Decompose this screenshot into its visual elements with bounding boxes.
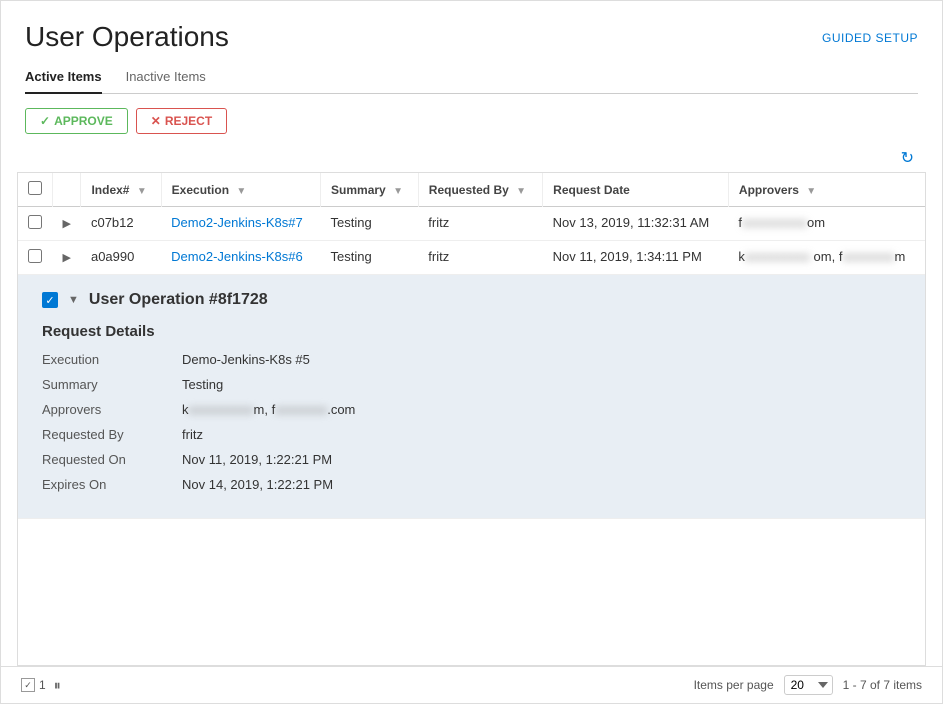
detail-value-expires-on: Nov 14, 2019, 1:22:21 PM: [182, 477, 333, 492]
row1-execution-link[interactable]: Demo2-Jenkins-K8s#7: [171, 215, 303, 230]
row2-expand-cell: ▶: [53, 241, 81, 275]
tab-active-items[interactable]: Active Items: [25, 61, 102, 94]
row1-summary: Testing: [321, 207, 419, 241]
items-info: 1 - 7 of 7 items: [843, 678, 922, 692]
sort-requested-by-icon[interactable]: ▼: [516, 186, 526, 197]
footer-pause-icon[interactable]: ⏸: [54, 677, 61, 694]
detail-label-approvers: Approvers: [42, 402, 182, 417]
page-title: User Operations: [25, 21, 229, 53]
row1-approvers-blurred: xxxxxxxxxx: [742, 215, 807, 230]
row2-expand-button[interactable]: ▶: [63, 252, 71, 264]
row2-approvers-blurred1: xxxxxxxxxx: [745, 249, 810, 264]
sort-summary-icon[interactable]: ▼: [393, 186, 403, 197]
header-checkbox-cell: [18, 173, 53, 207]
checkmark-icon: ✓: [40, 114, 50, 128]
row1-expand-cell: ▶: [53, 207, 81, 241]
header-expand-cell: [53, 173, 81, 207]
footer: ✓ 1 ⏸ Items per page 20 50 100 1 - 7 of …: [1, 666, 942, 703]
row1-request-date: Nov 13, 2019, 11:32:31 AM: [543, 207, 729, 241]
header-approvers[interactable]: Approvers ▼: [728, 173, 925, 207]
operations-table: Index# ▼ Execution ▼ Summary ▼ Requested…: [18, 173, 925, 519]
expanded-checkbox[interactable]: ✓: [42, 292, 58, 308]
toolbar: ✓ APPROVE ✕ REJECT: [1, 94, 942, 148]
row1-requested-by: fritz: [418, 207, 542, 241]
detail-row-summary: Summary Testing: [42, 377, 901, 392]
row2-requested-by: fritz: [418, 241, 542, 275]
row1-checkbox-cell: [18, 207, 53, 241]
per-page-select[interactable]: 20 50 100: [784, 675, 833, 695]
header-requested-by[interactable]: Requested By ▼: [418, 173, 542, 207]
detail-label-expires-on: Expires On: [42, 477, 182, 492]
x-icon: ✕: [151, 114, 161, 128]
row2-execution-link[interactable]: Demo2-Jenkins-K8s#6: [171, 249, 303, 264]
detail-row-requested-on: Requested On Nov 11, 2019, 1:22:21 PM: [42, 452, 901, 467]
page-container: User Operations GUIDED SETUP Active Item…: [0, 0, 943, 704]
row2-summary: Testing: [321, 241, 419, 275]
footer-checkbox-box[interactable]: ✓: [21, 678, 35, 692]
detail-row-expires-on: Expires On Nov 14, 2019, 1:22:21 PM: [42, 477, 901, 492]
expanded-row-cell: ✓ ▼ User Operation #8f1728 Request Detai…: [18, 275, 925, 519]
header-request-date[interactable]: Request Date: [543, 173, 729, 207]
sort-approvers-icon[interactable]: ▼: [806, 186, 816, 197]
detail-label-requested-by: Requested By: [42, 427, 182, 442]
footer-right: Items per page 20 50 100 1 - 7 of 7 item…: [694, 675, 922, 695]
refresh-area: ↻: [1, 148, 942, 168]
approve-button[interactable]: ✓ APPROVE: [25, 108, 128, 134]
detail-label-execution: Execution: [42, 352, 182, 367]
sort-execution-icon[interactable]: ▼: [236, 186, 246, 197]
items-per-page-label: Items per page: [694, 678, 774, 692]
collapse-button[interactable]: ▼: [68, 294, 79, 306]
table-header-row: Index# ▼ Execution ▼ Summary ▼ Requested…: [18, 173, 925, 207]
detail-value-requested-on: Nov 11, 2019, 1:22:21 PM: [182, 452, 332, 467]
row2-checkbox[interactable]: [28, 249, 42, 263]
row2-checkbox-cell: [18, 241, 53, 275]
detail-row-approvers: Approvers kxxxxxxxxxxm, xxxxxxxxfxxxxxxx…: [42, 402, 901, 417]
sort-index-icon[interactable]: ▼: [137, 186, 147, 197]
guided-setup-link[interactable]: GUIDED SETUP: [822, 31, 918, 45]
detail-value-summary: Testing: [182, 377, 223, 392]
header: User Operations GUIDED SETUP Active Item…: [1, 1, 942, 94]
detail-section: Request Details Execution Demo-Jenkins-K…: [42, 323, 901, 492]
footer-select-indicator: ✓ 1: [21, 678, 46, 692]
header-execution[interactable]: Execution ▼: [161, 173, 320, 207]
detail-label-requested-on: Requested On: [42, 452, 182, 467]
detail-label-summary: Summary: [42, 377, 182, 392]
row1-checkbox[interactable]: [28, 215, 42, 229]
row2-approvers-blurred2: xxxxxxxx: [842, 249, 894, 264]
expanded-row: ✓ ▼ User Operation #8f1728 Request Detai…: [18, 275, 925, 519]
detail-section-title: Request Details: [42, 323, 901, 340]
select-all-checkbox[interactable]: [28, 181, 42, 195]
approvers-blurred2: xxxxxxxx: [275, 402, 327, 417]
table-row: ▶ c07b12 Demo2-Jenkins-K8s#7 Testing fri…: [18, 207, 925, 241]
row2-execution: Demo2-Jenkins-K8s#6: [161, 241, 320, 275]
row2-index: a0a990: [81, 241, 161, 275]
detail-value-approvers: kxxxxxxxxxxm, xxxxxxxxfxxxxxxxx.com: [182, 402, 355, 417]
expanded-title: User Operation #8f1728: [89, 291, 268, 309]
tabs-container: Active Items Inactive Items: [25, 61, 918, 94]
row1-approvers: fxxxxxxxxxxom: [728, 207, 925, 241]
detail-row-execution: Execution Demo-Jenkins-K8s #5: [42, 352, 901, 367]
header-summary[interactable]: Summary ▼: [321, 173, 419, 207]
row1-expand-button[interactable]: ▶: [63, 218, 71, 230]
table-row: ▶ a0a990 Demo2-Jenkins-K8s#6 Testing fri…: [18, 241, 925, 275]
row1-index: c07b12: [81, 207, 161, 241]
detail-row-requested-by: Requested By fritz: [42, 427, 901, 442]
row2-approvers: kxxxxxxxxxx om, fxxxxxxxxm: [728, 241, 925, 275]
refresh-icon[interactable]: ↻: [901, 148, 914, 168]
footer-selected-count: 1: [39, 678, 46, 692]
table-container: Index# ▼ Execution ▼ Summary ▼ Requested…: [17, 172, 926, 666]
row1-execution: Demo2-Jenkins-K8s#7: [161, 207, 320, 241]
row2-request-date: Nov 11, 2019, 1:34:11 PM: [543, 241, 729, 275]
expanded-header: ✓ ▼ User Operation #8f1728: [42, 291, 901, 309]
header-index[interactable]: Index# ▼: [81, 173, 161, 207]
tab-inactive-items[interactable]: Inactive Items: [126, 61, 206, 93]
detail-value-execution[interactable]: Demo-Jenkins-K8s #5: [182, 352, 310, 367]
approvers-blurred1: xxxxxxxxxx: [189, 402, 254, 417]
reject-button[interactable]: ✕ REJECT: [136, 108, 227, 134]
detail-value-requested-by: fritz: [182, 427, 203, 442]
expanded-content: ✓ ▼ User Operation #8f1728 Request Detai…: [18, 275, 925, 518]
footer-left: ✓ 1 ⏸: [21, 677, 61, 694]
